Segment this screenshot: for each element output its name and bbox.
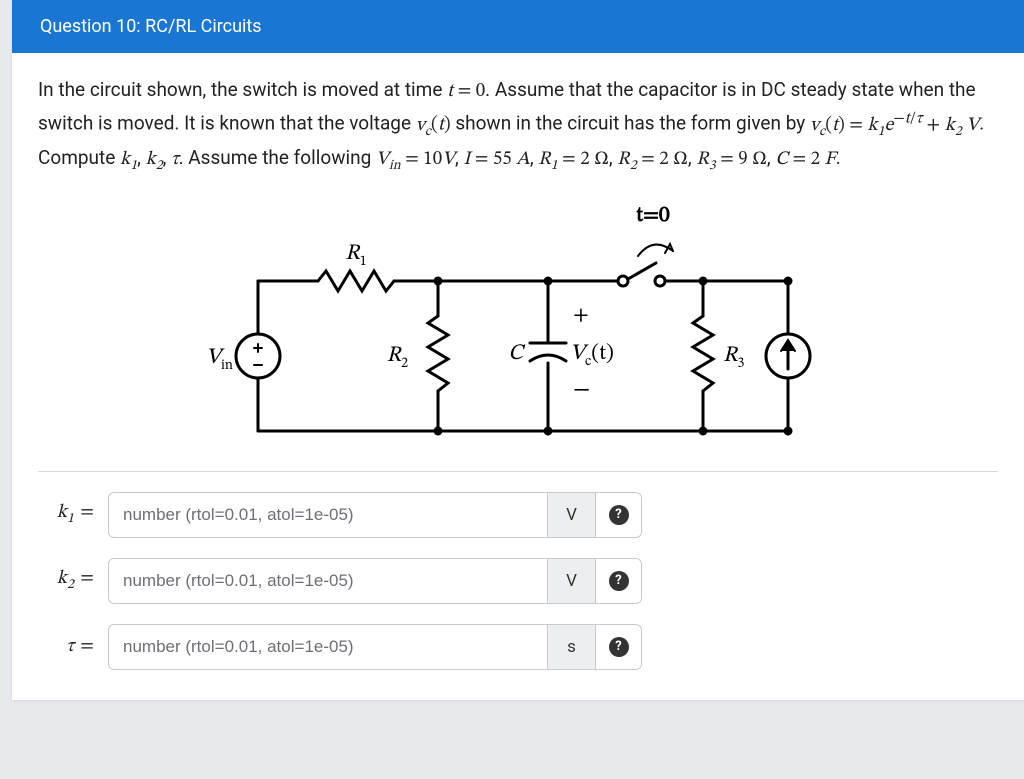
answer-label: τ = bbox=[38, 635, 94, 659]
svg-text:R1: R1 bbox=[345, 243, 366, 269]
help-icon: ? bbox=[609, 571, 629, 591]
answer-row-k1: k1 = V ? bbox=[38, 492, 998, 538]
k2-input[interactable] bbox=[108, 558, 548, 604]
question-panel: Question 10: RC/RL Circuits In the circu… bbox=[12, 0, 1024, 700]
svg-text:−: − bbox=[573, 378, 590, 402]
help-icon: ? bbox=[609, 637, 629, 657]
svg-text:Vc(t): Vc(t) bbox=[570, 342, 614, 369]
answers-section: k1 = V ? k2 = bbox=[38, 492, 998, 670]
help-icon: ? bbox=[609, 505, 629, 525]
unit-label: V bbox=[548, 492, 596, 538]
question-text: In the circuit shown, the switch is move… bbox=[38, 75, 998, 177]
svg-text:t=0: t=0 bbox=[636, 205, 670, 227]
help-button[interactable]: ? bbox=[596, 624, 642, 670]
svg-text:+: + bbox=[573, 305, 589, 327]
question-header: Question 10: RC/RL Circuits bbox=[12, 0, 1024, 53]
help-button[interactable]: ? bbox=[596, 558, 642, 604]
question-title: Question 10: RC/RL Circuits bbox=[40, 16, 262, 37]
help-button[interactable]: ? bbox=[596, 492, 642, 538]
answer-label: k1 = bbox=[38, 501, 94, 528]
divider bbox=[38, 471, 998, 472]
svg-text:Vin: Vin bbox=[206, 347, 233, 373]
answer-label: k2 = bbox=[38, 567, 94, 594]
svg-text:R2: R2 bbox=[387, 345, 409, 371]
unit-label: s bbox=[548, 624, 596, 670]
answer-row-k2: k2 = V ? bbox=[38, 558, 998, 604]
unit-label: V bbox=[548, 558, 596, 604]
k1-input[interactable] bbox=[108, 492, 548, 538]
answer-row-tau: τ = s ? bbox=[38, 624, 998, 670]
circuit-diagram: Vin R1 R2 C + − Vc(t) R3 I t=0 bbox=[178, 201, 998, 461]
svg-text:R3: R3 bbox=[723, 345, 745, 371]
tau-input[interactable] bbox=[108, 624, 548, 670]
svg-text:C: C bbox=[508, 343, 526, 365]
